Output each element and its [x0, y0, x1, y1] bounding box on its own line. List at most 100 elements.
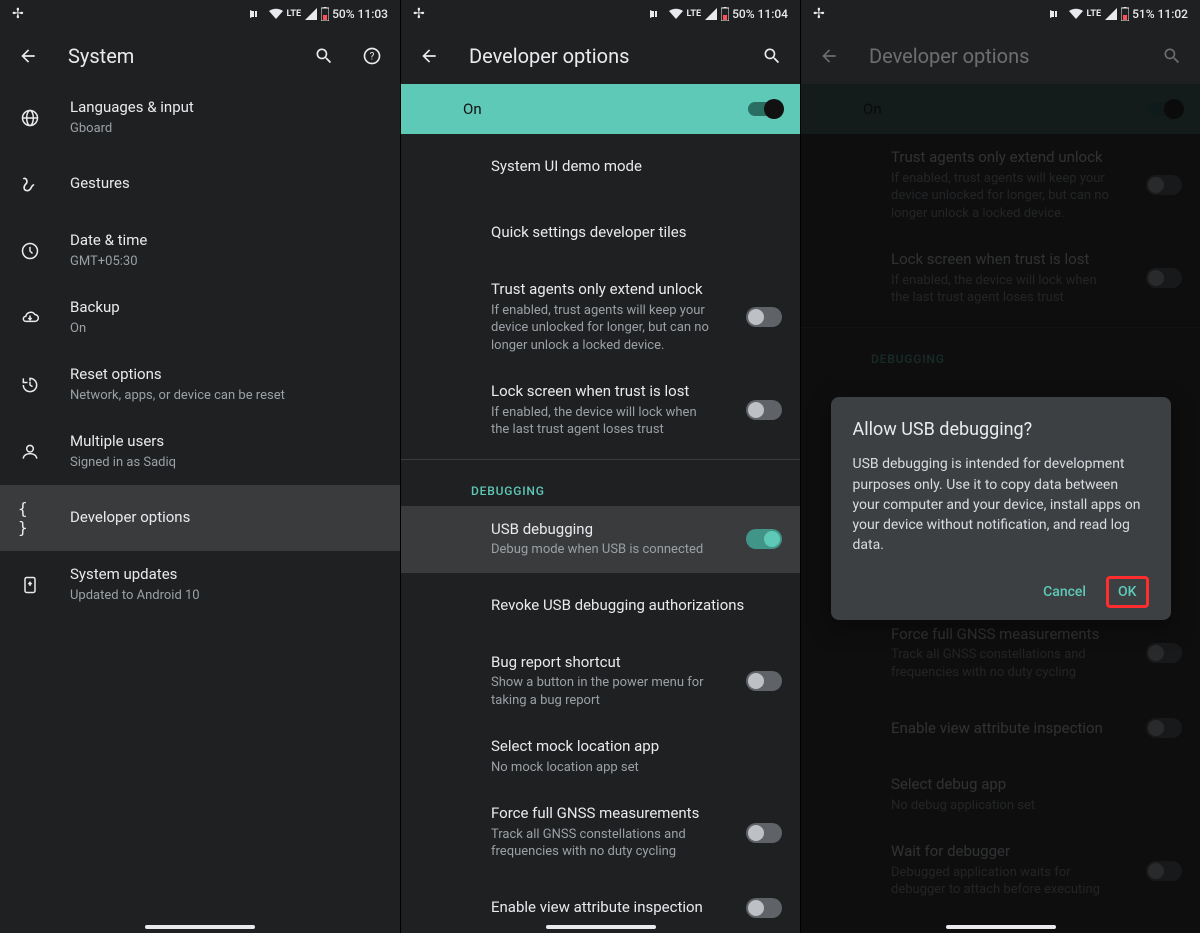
settings-list[interactable]: Languages & inputGboardGesturesDate & ti…	[0, 84, 400, 933]
dialog-body: USB debugging is intended for developmen…	[853, 454, 1149, 555]
list-item[interactable]: Revoke USB debugging authorizations	[401, 573, 800, 639]
battery-pct: 51%	[1132, 7, 1154, 21]
app-bar: Developer options	[801, 28, 1200, 84]
list-item[interactable]: Gestures	[0, 151, 400, 217]
list-item[interactable]: { } Developer options	[0, 485, 400, 551]
list-item[interactable]: System updates Updated to Android 10	[0, 551, 400, 618]
master-toggle-row[interactable]: On	[401, 84, 800, 134]
master-toggle-switch[interactable]	[748, 102, 782, 116]
status-bar: ✢ LTE 50% 11:03	[0, 0, 400, 28]
list-item[interactable]: Languages & input Gboard	[0, 84, 400, 151]
nav-gesture-bar[interactable]	[546, 925, 656, 929]
item-title: Reset options	[70, 365, 382, 385]
signal-icon	[704, 8, 718, 20]
lte-label: LTE	[287, 9, 302, 19]
svg-text:?: ?	[370, 51, 375, 62]
toggle-switch[interactable]	[746, 671, 782, 691]
page-title: Developer options	[469, 44, 732, 68]
list-item[interactable]: Reset options Network, apps, or device ca…	[0, 351, 400, 418]
item-title: System UI demo mode	[491, 157, 782, 177]
notification-icon: ✢	[813, 6, 825, 22]
list-item[interactable]: Date & time GMT+05:30	[0, 217, 400, 284]
toggle-switch[interactable]	[746, 898, 782, 918]
list-item[interactable]: Select mock location app No mock location…	[401, 723, 800, 790]
vowifi-icon	[1049, 8, 1065, 20]
item-subtitle: If enabled, trust agents will keep your …	[491, 302, 718, 355]
item-subtitle: If enabled, the device will lock when th…	[491, 404, 718, 439]
screen-developer-options: ✢ LTE 50% 11:04 Developer options On Sys…	[400, 0, 800, 933]
person-icon	[18, 442, 42, 462]
status-bar: ✢ LTE 51% 11:02	[801, 0, 1200, 28]
app-bar: System ?	[0, 28, 400, 84]
list-item[interactable]: Trust agents only extend unlockIf enable…	[401, 266, 800, 368]
list-item[interactable]: USB debuggingDebug mode when USB is conn…	[401, 506, 800, 573]
back-button	[817, 44, 841, 68]
item-title: Revoke USB debugging authorizations	[491, 596, 782, 616]
globe-icon	[18, 108, 42, 128]
list-item[interactable]: Backup On	[0, 284, 400, 351]
cancel-button[interactable]: Cancel	[1031, 576, 1098, 608]
item-title: Date & time	[70, 231, 382, 251]
battery-icon	[321, 7, 329, 21]
item-subtitle: On	[70, 320, 382, 338]
cloud-icon	[18, 308, 42, 328]
dialog-title: Allow USB debugging?	[853, 419, 1149, 440]
item-subtitle: GMT+05:30	[70, 253, 382, 271]
help-button[interactable]: ?	[360, 44, 384, 68]
list-item[interactable]: Quick settings developer tiles	[401, 200, 800, 266]
clock-text: 11:02	[1158, 7, 1188, 21]
braces-icon: { }	[18, 499, 42, 537]
item-title: Quick settings developer tiles	[491, 223, 782, 243]
nav-gesture-bar[interactable]	[145, 925, 255, 929]
wifi-icon	[668, 8, 684, 20]
toggle-switch[interactable]	[746, 823, 782, 843]
master-toggle-label: On	[463, 100, 748, 118]
item-subtitle: Signed in as Sadiq	[70, 454, 382, 472]
item-title: Trust agents only extend unlock	[491, 280, 718, 300]
item-subtitle: No mock location app set	[491, 759, 782, 777]
battery-icon	[1121, 7, 1129, 21]
list-item[interactable]: Multiple usersSigned in as Sadiq	[0, 418, 400, 485]
item-title: Select mock location app	[491, 737, 782, 757]
toggle-switch[interactable]	[746, 400, 782, 420]
update-icon	[18, 575, 42, 595]
item-title: Languages & input	[70, 98, 382, 118]
usb-debug-dialog: Allow USB debugging? USB debugging is in…	[831, 397, 1171, 619]
clock-text: 11:03	[358, 7, 388, 21]
clock-text: 11:04	[758, 7, 788, 21]
toggle-switch[interactable]	[746, 529, 782, 549]
item-title: Enable view attribute inspection	[491, 898, 718, 918]
signal-icon	[1104, 8, 1118, 20]
dev-options-list[interactable]: System UI demo mode Quick settings develo…	[401, 134, 800, 933]
search-button[interactable]	[760, 44, 784, 68]
item-title: Developer options	[70, 508, 382, 528]
status-bar: ✢ LTE 50% 11:04	[401, 0, 800, 28]
search-button[interactable]	[312, 44, 336, 68]
item-subtitle: Gboard	[70, 120, 382, 138]
notification-icon: ✢	[12, 6, 24, 22]
list-item[interactable]: System UI demo mode	[401, 134, 800, 200]
toggle-switch[interactable]	[746, 307, 782, 327]
restore-icon	[18, 375, 42, 395]
list-item[interactable]: Lock screen when trust is lostIf enabled…	[401, 368, 800, 453]
item-subtitle: Network, apps, or device can be reset	[70, 387, 382, 405]
item-title: Backup	[70, 298, 382, 318]
item-subtitle: Updated to Android 10	[70, 587, 382, 605]
page-title: System	[68, 44, 284, 68]
ok-button[interactable]: OK	[1106, 576, 1149, 608]
battery-icon	[721, 7, 729, 21]
search-button	[1160, 44, 1184, 68]
item-title: System updates	[70, 565, 382, 585]
lte-label: LTE	[1087, 9, 1102, 19]
nav-gesture-bar[interactable]	[946, 925, 1056, 929]
wifi-icon	[268, 8, 284, 20]
list-item[interactable]: Force full GNSS measurementsTrack all GN…	[401, 790, 800, 875]
vowifi-icon	[649, 8, 665, 20]
back-button[interactable]	[417, 44, 441, 68]
back-button[interactable]	[16, 44, 40, 68]
list-item[interactable]: Bug report shortcutShow a button in the …	[401, 639, 800, 724]
dialog-overlay: Allow USB debugging? USB debugging is in…	[801, 84, 1200, 933]
vowifi-icon	[249, 8, 265, 20]
item-title: USB debugging	[491, 520, 718, 540]
section-header-debugging: Debugging	[401, 466, 800, 506]
